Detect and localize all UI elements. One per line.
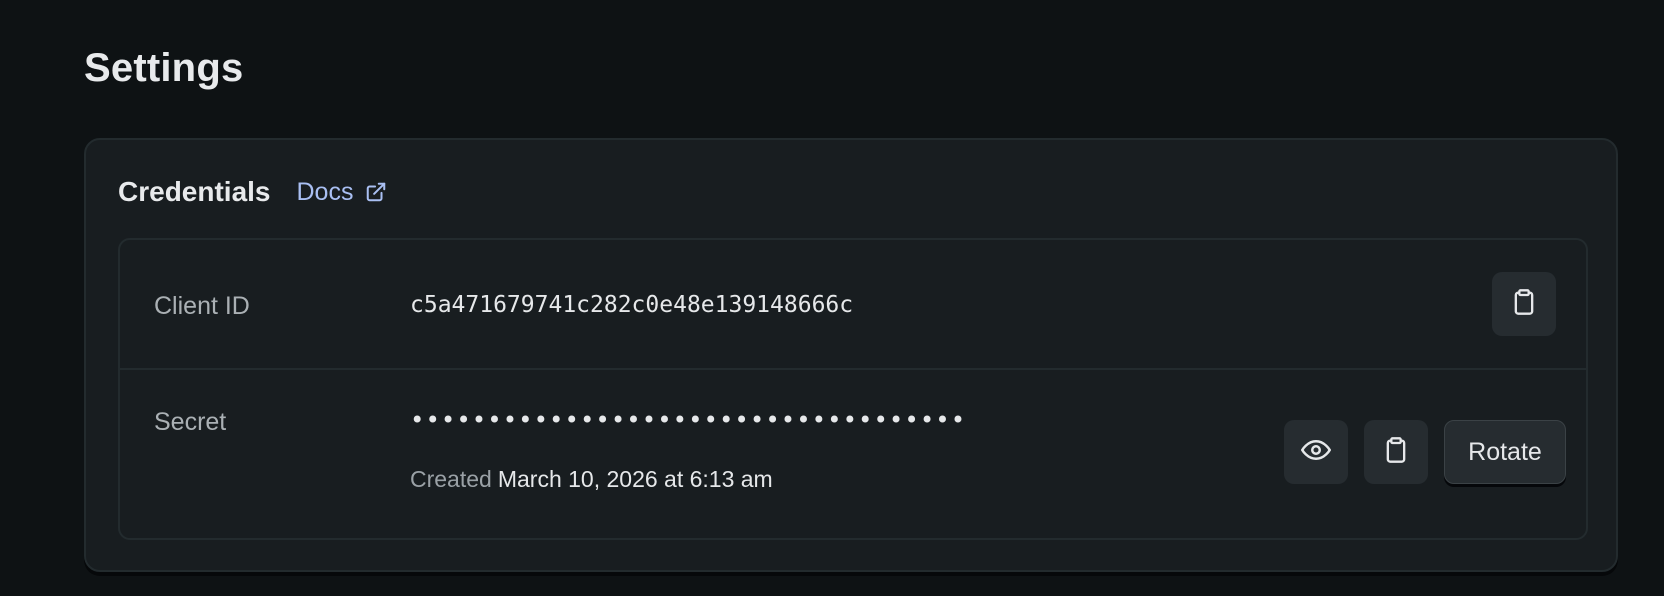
external-link-icon	[365, 181, 387, 203]
secret-row: Secret •••••••••••••••••••••••••••••••••…	[120, 370, 1586, 538]
created-prefix: Created	[410, 466, 492, 492]
credentials-table: Client ID c5a471679741c282c0e48e13914866…	[118, 238, 1588, 540]
rotate-secret-button[interactable]: Rotate	[1444, 420, 1566, 484]
client-id-row: Client ID c5a471679741c282c0e48e13914866…	[120, 240, 1586, 370]
reveal-secret-button[interactable]	[1284, 420, 1348, 484]
created-date: March 10, 2026 at 6:13 am	[497, 466, 773, 492]
client-id-label: Client ID	[154, 292, 250, 320]
secret-masked-value: ••••••••••••••••••••••••••••••••••••	[410, 406, 967, 434]
settings-page: Settings Credentials Docs Client ID c5a4…	[0, 0, 1664, 596]
clipboard-icon	[1510, 288, 1538, 321]
copy-client-id-button[interactable]	[1492, 272, 1556, 336]
credentials-header: Credentials Docs	[118, 176, 387, 208]
secret-created: Created March 10, 2026 at 6:13 am	[410, 466, 773, 493]
client-id-value: c5a471679741c282c0e48e139148666c	[410, 292, 854, 318]
copy-secret-button[interactable]	[1364, 420, 1428, 484]
secret-label: Secret	[154, 408, 227, 436]
docs-link[interactable]: Docs	[297, 178, 388, 207]
credentials-title: Credentials	[118, 176, 271, 207]
eye-icon	[1301, 435, 1331, 470]
docs-link-label: Docs	[296, 177, 354, 206]
page-title: Settings	[84, 46, 244, 90]
credentials-card: Credentials Docs Client ID c5a471679741c…	[84, 138, 1618, 572]
clipboard-icon	[1382, 436, 1410, 469]
